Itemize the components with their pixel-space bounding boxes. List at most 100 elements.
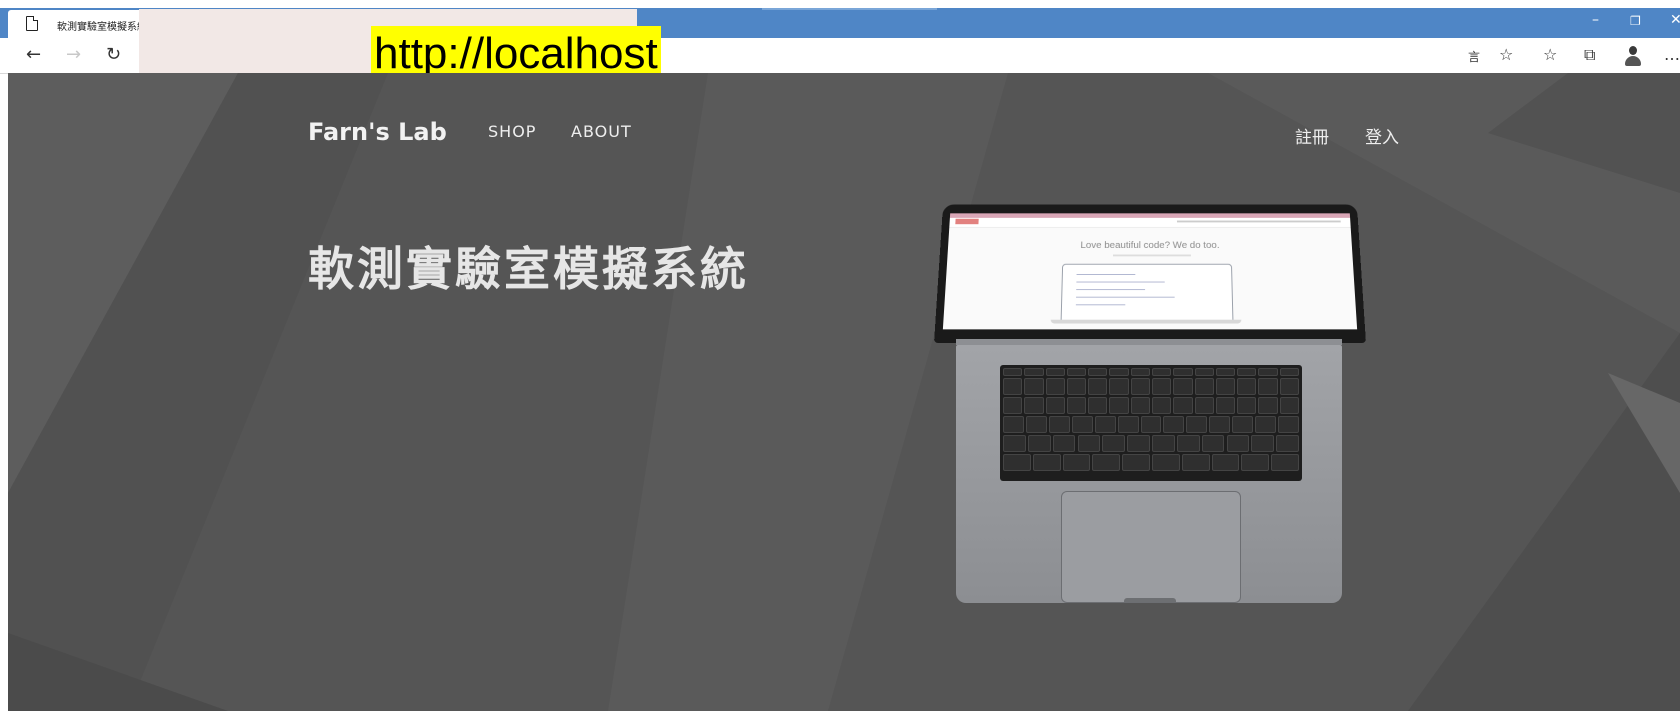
keyboard-key xyxy=(1163,416,1185,433)
nav-about[interactable]: ABOUT xyxy=(571,122,632,141)
keyboard-key xyxy=(1258,397,1278,414)
brand-logo[interactable]: Farn's Lab xyxy=(308,118,447,146)
keyboard-key xyxy=(1279,368,1299,376)
keyboard-key xyxy=(1102,435,1126,452)
close-icon[interactable]: ✕ xyxy=(1670,12,1680,28)
keyboard-key xyxy=(1237,397,1257,414)
keyboard-key xyxy=(1173,397,1193,414)
keyboard-key xyxy=(1003,368,1023,376)
keyboard-key xyxy=(1088,397,1108,414)
keyboard-key xyxy=(1181,454,1210,471)
keyboard-key xyxy=(1088,378,1108,395)
keyboard-key xyxy=(1071,416,1093,433)
keyboard-key xyxy=(1279,397,1299,414)
keyboard-key xyxy=(1258,378,1278,395)
laptop-screen: Love beautiful code? We do too. xyxy=(942,213,1358,330)
keyboard-key xyxy=(1173,368,1193,376)
keyboard-key xyxy=(1088,368,1108,376)
keyboard-key xyxy=(1279,378,1299,395)
restore-icon[interactable]: ❐ xyxy=(1630,14,1641,28)
favorite-star-icon[interactable]: ☆ xyxy=(1499,45,1513,64)
keyboard-key xyxy=(1032,454,1061,471)
background-polygons xyxy=(8,73,1680,711)
collections-icon[interactable]: ⧉ xyxy=(1584,45,1595,65)
favorites-list-icon[interactable]: ☆ xyxy=(1543,45,1557,64)
keyboard-key xyxy=(1109,368,1129,376)
keyboard-key xyxy=(1237,368,1257,376)
laptop-base xyxy=(956,345,1342,603)
browser-tab[interactable]: 軟測實驗室模擬系統 xyxy=(8,10,145,38)
keyboard-key xyxy=(1186,416,1208,433)
keyboard-key xyxy=(1003,435,1026,452)
nav-login[interactable]: 登入 xyxy=(1365,123,1399,148)
keyboard-key xyxy=(1003,416,1024,433)
keyboard-key xyxy=(1094,416,1116,433)
keyboard-key xyxy=(1003,397,1023,414)
refresh-icon[interactable]: ↻ xyxy=(106,44,121,65)
keyboard-key xyxy=(1045,368,1065,376)
keyboard-key xyxy=(1173,378,1193,395)
keyboard-key xyxy=(1025,416,1047,433)
keyboard-key xyxy=(1211,454,1240,471)
keyboard-key xyxy=(1122,454,1150,471)
forward-icon[interactable]: → xyxy=(66,44,81,65)
keyboard-key xyxy=(1092,454,1121,471)
keyboard-key xyxy=(1152,435,1175,452)
minimize-icon[interactable]: – xyxy=(1592,12,1599,28)
back-icon[interactable]: ← xyxy=(26,44,41,65)
keyboard-key xyxy=(1140,416,1162,433)
keyboard-key xyxy=(1130,368,1150,376)
nav-register[interactable]: 註冊 xyxy=(1295,123,1329,148)
profile-avatar-icon[interactable] xyxy=(1624,46,1642,66)
keyboard-key xyxy=(1003,378,1023,395)
keyboard-key xyxy=(1045,397,1065,414)
keyboard-key xyxy=(1024,368,1044,376)
keyboard-key xyxy=(1194,368,1214,376)
keyboard-key xyxy=(1152,378,1172,395)
keyboard-key xyxy=(1027,435,1051,452)
keyboard-key xyxy=(1109,397,1129,414)
translate-icon[interactable]: ⾔ xyxy=(1468,48,1480,65)
laptop-lid: Love beautiful code? We do too. xyxy=(934,204,1366,343)
keyboard-key xyxy=(1045,378,1065,395)
keyboard-key xyxy=(1127,435,1150,452)
keyboard-key xyxy=(1024,378,1044,395)
keyboard-key xyxy=(1130,397,1150,414)
keyboard-key xyxy=(1226,435,1250,452)
screen-tagline: Love beautiful code? We do too. xyxy=(1080,240,1220,251)
keyboard-key xyxy=(1215,368,1236,376)
browser-window: 軟測實驗室模擬系統 – ❐ ✕ ← → ↻ ⾔ ☆ ☆ ⧉ … http://l… xyxy=(0,0,1680,711)
keyboard-key xyxy=(1048,416,1070,433)
keyboard-key xyxy=(1052,435,1076,452)
keyboard-key xyxy=(1152,454,1180,471)
keyboard-key xyxy=(1024,397,1044,414)
keyboard-key xyxy=(1062,454,1091,471)
keyboard-key xyxy=(1194,397,1214,414)
keyboard-key xyxy=(1152,368,1172,376)
page-hero: Farn's Lab SHOP ABOUT 註冊 登入 軟測實驗室模擬系統 Lo… xyxy=(8,73,1680,711)
keyboard-key xyxy=(1066,368,1087,376)
keyboard-key xyxy=(1215,378,1236,395)
screen-mini-laptop xyxy=(1060,263,1234,323)
keyboard-key xyxy=(1117,416,1139,433)
keyboard-key xyxy=(1241,454,1270,471)
keyboard-key xyxy=(1176,435,1200,452)
nav-shop[interactable]: SHOP xyxy=(488,122,536,141)
keyboard-key xyxy=(1278,416,1299,433)
screen-logo xyxy=(955,218,979,225)
keyboard-key xyxy=(1152,397,1172,414)
keyboard-key xyxy=(1109,378,1129,395)
keyboard-key xyxy=(1215,397,1236,414)
more-icon[interactable]: … xyxy=(1664,45,1680,64)
hero-title: 軟測實驗室模擬系統 xyxy=(308,243,749,295)
keyboard-key xyxy=(1201,435,1225,452)
keyboard-key xyxy=(1209,416,1231,433)
keyboard-key xyxy=(1066,378,1087,395)
keyboard-key xyxy=(1237,378,1257,395)
page-icon xyxy=(26,16,38,31)
keyboard-key xyxy=(1276,435,1299,452)
laptop-image: Love beautiful code? We do too. xyxy=(918,195,1378,690)
trackpad xyxy=(1061,491,1241,603)
keyboard-key xyxy=(1194,378,1214,395)
keyboard-key xyxy=(1003,454,1031,471)
